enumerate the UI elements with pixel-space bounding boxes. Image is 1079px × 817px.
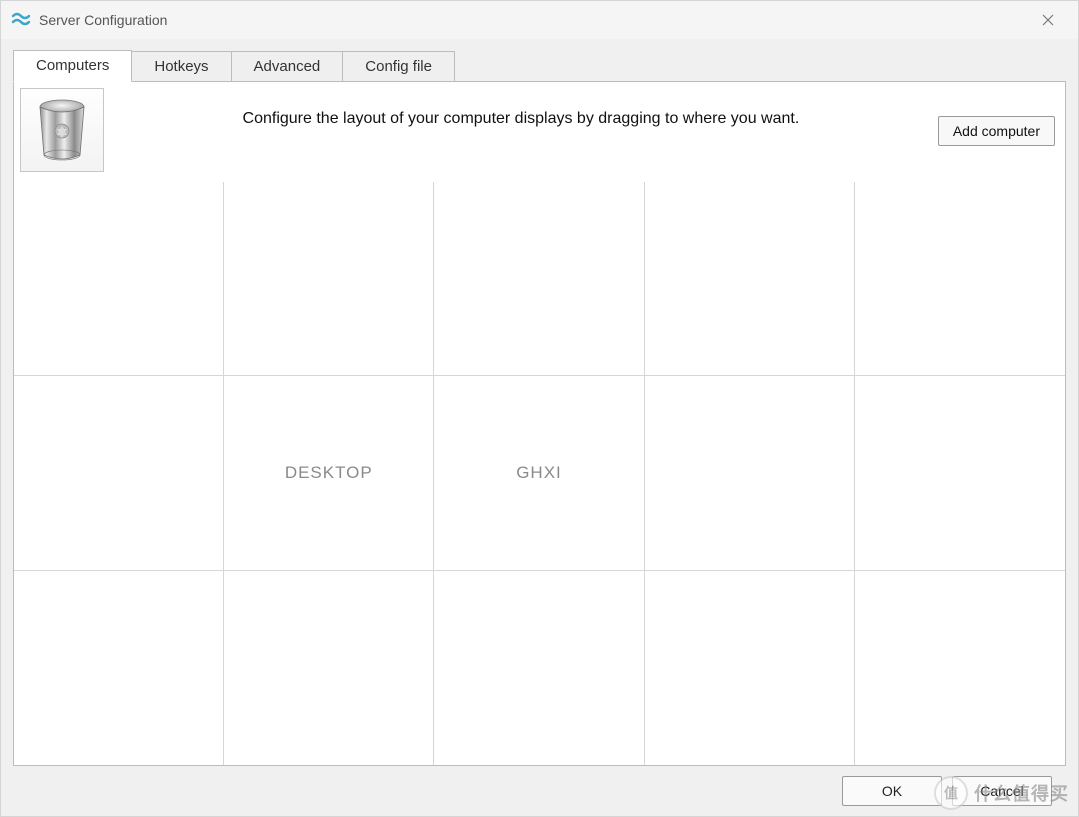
grid-cell[interactable] xyxy=(855,182,1065,376)
grid-cell[interactable] xyxy=(434,571,644,765)
grid-cell[interactable] xyxy=(14,182,224,376)
grid-cell[interactable] xyxy=(224,182,434,376)
tab-hotkeys[interactable]: Hotkeys xyxy=(131,51,231,82)
computer-node[interactable]: GHXI xyxy=(434,376,644,570)
cancel-button[interactable]: Cancel xyxy=(952,776,1052,806)
grid-cell[interactable] xyxy=(14,376,224,570)
grid-cell[interactable] xyxy=(645,376,855,570)
layout-grid[interactable]: DESKTOPGHXI xyxy=(14,182,1065,765)
trash-icon xyxy=(34,97,90,163)
close-icon xyxy=(1042,14,1054,26)
dialog-footer: OK Cancel xyxy=(13,766,1066,816)
instruction-text: Configure the layout of your computer di… xyxy=(104,88,938,130)
titlebar: Server Configuration xyxy=(1,1,1078,39)
grid-cell[interactable] xyxy=(855,376,1065,570)
tab-advanced[interactable]: Advanced xyxy=(231,51,344,82)
grid-cell[interactable] xyxy=(855,571,1065,765)
tab-config-file[interactable]: Config file xyxy=(342,51,455,82)
grid-cell[interactable] xyxy=(645,182,855,376)
app-icon xyxy=(11,10,31,30)
window: Server Configuration Computers Hotkeys A… xyxy=(0,0,1079,817)
grid-cell[interactable] xyxy=(224,571,434,765)
close-button[interactable] xyxy=(1028,5,1068,35)
ok-button[interactable]: OK xyxy=(842,776,942,806)
grid-cell[interactable] xyxy=(14,571,224,765)
grid-cell[interactable] xyxy=(434,182,644,376)
window-title: Server Configuration xyxy=(39,12,167,28)
tab-bar: Computers Hotkeys Advanced Config file xyxy=(13,49,1066,81)
add-computer-button[interactable]: Add computer xyxy=(938,116,1055,146)
computer-node[interactable]: DESKTOP xyxy=(224,376,434,570)
body: Computers Hotkeys Advanced Config file xyxy=(1,39,1078,816)
tab-panel-computers: Configure the layout of your computer di… xyxy=(13,81,1066,766)
trash-dropzone[interactable] xyxy=(20,88,104,172)
grid-cell[interactable] xyxy=(645,571,855,765)
panel-header: Configure the layout of your computer di… xyxy=(14,82,1065,182)
tab-computers[interactable]: Computers xyxy=(13,50,132,82)
